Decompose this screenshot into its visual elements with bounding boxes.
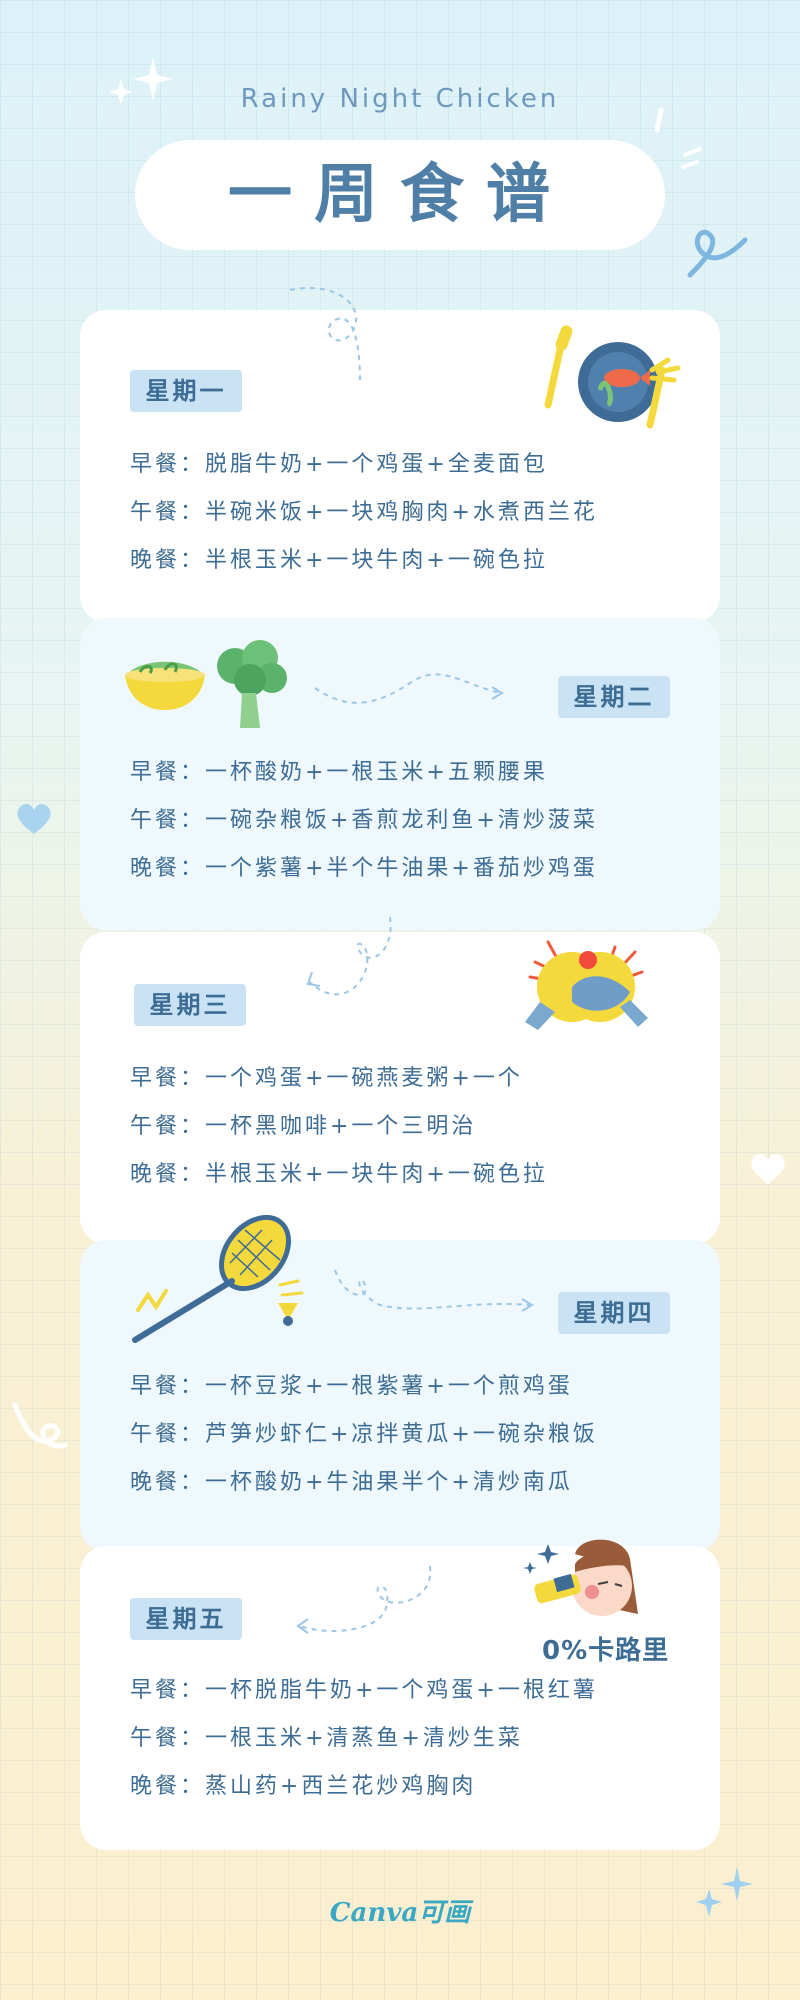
broccoli-icon [217,640,287,728]
day-tag: 星期一 [124,370,248,412]
dashed-arrow-icon [334,1269,534,1312]
meal-breakfast: 早餐：一杯酸奶+一根玉米+五颗腰果 [130,760,548,785]
meal-breakfast: 早餐：一杯脱脂牛奶+一个鸡蛋+一根红薯 [130,1678,598,1703]
page-title: 一周食谱 [228,158,572,232]
plate-with-fish-icon [544,325,681,429]
meal-dinner: 晚餐：半根玉米+一块牛肉+一碗色拉 [130,548,548,573]
meal-lunch: 午餐：一根玉米+清蒸鱼+清炒生菜 [130,1726,523,1751]
brand-logo: Canva可画 [329,1898,471,1928]
day-card-monday: 星期一 早餐：脱脂牛奶+一个鸡蛋+全麦面包 午餐：半碗米饭+一块鸡胸肉+水煮西兰… [80,287,720,622]
meal-breakfast: 早餐：一杯豆浆+一根紫薯+一个煎鸡蛋 [130,1374,573,1399]
day-card-tuesday: 星期二 早餐：一杯酸奶+一根玉米+五颗腰果 午餐：一碗杂粮饭+香煎龙利鱼+清炒菠… [80,618,720,930]
ping-pong-paddles-icon [525,940,648,1030]
dashed-arrow-icon [296,1565,432,1634]
day-tag: 星期二 [552,676,676,718]
meal-breakfast: 早餐：一个鸡蛋+一碗燕麦粥+一个 [130,1066,523,1091]
dashed-arrow-icon [314,673,504,704]
meal-dinner: 晚餐：半根玉米+一块牛肉+一碗色拉 [130,1162,548,1187]
subtitle: Rainy Night Chicken [240,84,560,114]
heart-icon [17,803,51,834]
swirl-icon [12,1402,68,1449]
meal-dinner: 晚餐：一杯酸奶+牛油果半个+清炒南瓜 [130,1470,573,1495]
day-card-friday: 星期五 早餐：一杯脱脂牛奶+一个鸡蛋+一根红薯 午餐：一根玉米+清蒸鱼+清炒生菜… [80,1539,720,1850]
meal-lunch: 午餐：半碗米饭+一块鸡胸肉+水煮西兰花 [130,500,598,525]
day-tag: 星期五 [124,1598,248,1640]
meal-lunch: 午餐：一杯黑咖啡+一个三明治 [130,1114,477,1139]
meal-dinner: 晚餐：蒸山药+西兰花炒鸡胸肉 [130,1774,477,1799]
heart-icon [751,1153,785,1184]
meal-dinner: 晚餐：一个紫薯+半个牛油果+番茄炒鸡蛋 [130,856,598,881]
calorie-badge: 0%卡路里 [542,1636,670,1666]
dashed-arrow-icon [306,916,392,996]
dashed-arrow-icon [289,287,361,381]
day-tag: 星期四 [552,1292,676,1334]
salad-bowl-icon [125,661,205,710]
badminton-racket-icon [132,1215,304,1343]
day-card-wednesday: 星期三 早餐：一个鸡蛋+一碗燕麦粥+一个 午餐：一杯黑咖啡+一个三明治 晚餐：半… [80,916,720,1244]
day-tag: 星期三 [128,984,252,1026]
meal-breakfast: 早餐：脱脂牛奶+一个鸡蛋+全麦面包 [130,452,548,477]
day-card-thursday: 星期四 早餐：一杯豆浆+一根紫薯+一个煎鸡蛋 午餐：芦笋炒虾仁+凉拌黄瓜+一碗杂… [80,1215,720,1552]
girl-drinking-icon [523,1539,638,1616]
meal-lunch: 午餐：芦笋炒虾仁+凉拌黄瓜+一碗杂粮饭 [130,1422,598,1447]
meal-lunch: 午餐：一碗杂粮饭+香煎龙利鱼+清炒菠菜 [130,808,598,833]
